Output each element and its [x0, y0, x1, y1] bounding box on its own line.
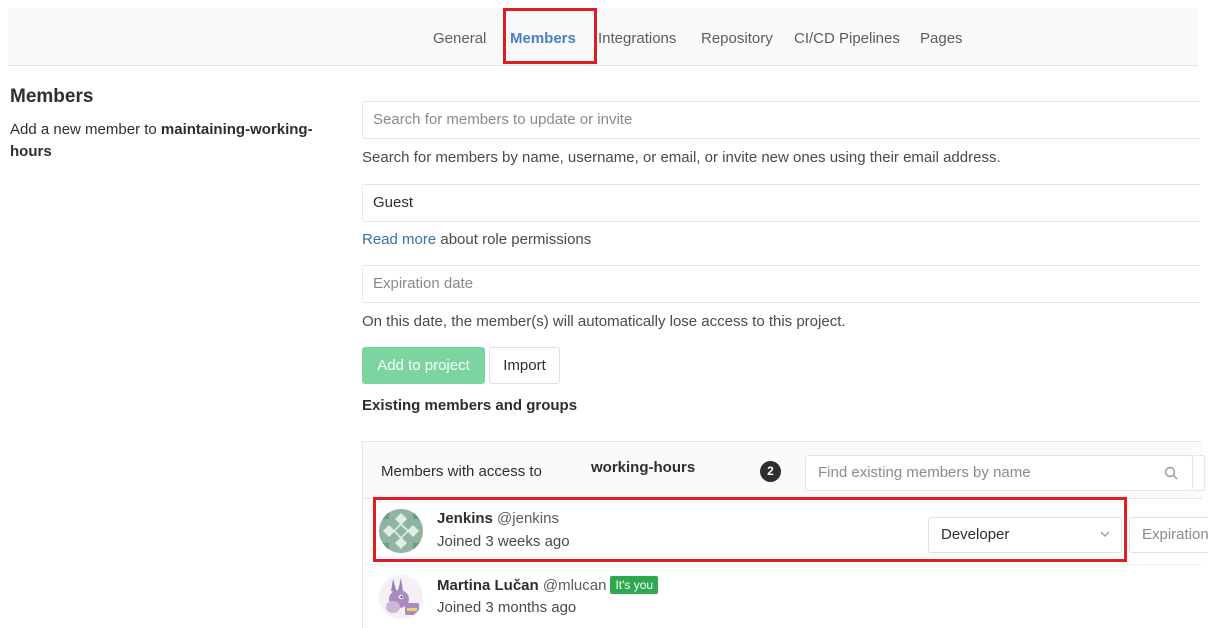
members-tab-highlight	[503, 8, 597, 64]
tab-integrations[interactable]: Integrations	[598, 30, 676, 47]
search-icon[interactable]	[1164, 466, 1178, 480]
read-more-link[interactable]: Read more	[362, 231, 436, 248]
tab-general[interactable]: General	[433, 30, 486, 47]
expiration-date-input[interactable]: Expiration date	[362, 265, 1200, 303]
settings-subnav: General Members Integrations Repository …	[8, 8, 1198, 66]
panel-project-name: working-hours	[591, 459, 696, 476]
member-expiration-input[interactable]: Expiration date	[1129, 517, 1208, 553]
tab-cicd-pipelines[interactable]: CI/CD Pipelines	[794, 30, 900, 47]
find-members-button[interactable]	[1193, 455, 1205, 491]
its-you-badge: It's you	[610, 576, 659, 594]
member-search-input[interactable]: Search for members to update or invite	[362, 101, 1200, 139]
member-username: @mlucan	[542, 577, 607, 594]
member-name[interactable]: Martina Lučan	[437, 577, 539, 594]
read-more-suffix: about role permissions	[436, 231, 592, 248]
find-members-placeholder: Find existing members by name	[818, 464, 1031, 481]
search-help-text: Search for members by name, username, or…	[362, 149, 1001, 166]
import-button[interactable]: Import	[489, 347, 560, 384]
role-select[interactable]: Guest	[362, 184, 1200, 222]
find-members-input[interactable]: Find existing members by name	[805, 455, 1193, 491]
section-title: Members	[10, 86, 94, 107]
donkey-avatar-icon	[379, 575, 423, 619]
existing-members-title: Existing members and groups	[362, 397, 578, 414]
expiration-help-text: On this date, the member(s) will automat…	[362, 313, 846, 330]
avatar	[379, 575, 423, 619]
member-row-mlucan: Martina Lučan @mlucan It's you Joined 3 m…	[362, 565, 1202, 628]
section-desc-prefix: Add a new member to	[10, 121, 161, 138]
member-joined: Joined 3 months ago	[437, 599, 577, 616]
members-panel-header: Members with access to working-hours 2 F…	[362, 441, 1205, 499]
tab-pages[interactable]: Pages	[920, 30, 963, 47]
tab-repository[interactable]: Repository	[701, 30, 773, 47]
member-count-badge: 2	[760, 461, 781, 482]
jenkins-row-highlight	[373, 497, 1127, 562]
member-name-line: Martina Lučan @mlucan It's you	[437, 576, 659, 594]
add-to-project-button[interactable]: Add to project	[362, 347, 485, 384]
section-description: Add a new member to maintaining-working-…	[10, 119, 340, 163]
members-with-access-label: Members with access to	[381, 463, 542, 480]
role-help-text: Read more about role permissions	[362, 231, 591, 248]
